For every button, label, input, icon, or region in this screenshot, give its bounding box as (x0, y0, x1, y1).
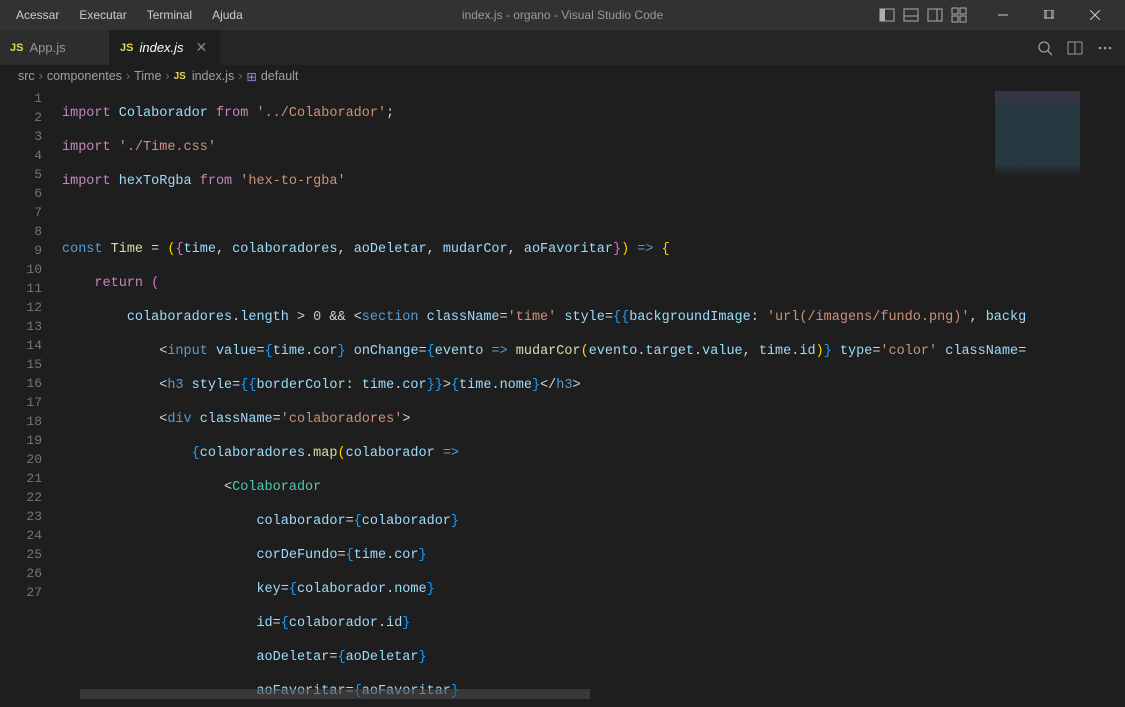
line-number: 3 (0, 127, 42, 146)
menu-terminal[interactable]: Terminal (139, 4, 200, 26)
line-number: 6 (0, 184, 42, 203)
line-number: 17 (0, 393, 42, 412)
line-number: 10 (0, 260, 42, 279)
minimize-button[interactable] (981, 0, 1025, 30)
tab-label: index.js (139, 40, 183, 55)
horizontal-scrollbar[interactable] (80, 689, 590, 699)
tab-index-js[interactable]: JS index.js ✕ (110, 30, 220, 65)
minimap[interactable] (991, 87, 1111, 187)
line-number: 18 (0, 412, 42, 431)
line-number: 22 (0, 488, 42, 507)
breadcrumb-part[interactable]: componentes (47, 69, 122, 83)
line-number: 26 (0, 564, 42, 583)
toggle-panel-icon[interactable] (903, 7, 919, 23)
tab-actions (1025, 30, 1125, 65)
window-title: index.js - organo - Visual Studio Code (462, 8, 663, 22)
line-number: 5 (0, 165, 42, 184)
window-controls (879, 0, 1117, 30)
line-number: 24 (0, 526, 42, 545)
close-button[interactable] (1073, 0, 1117, 30)
line-number: 13 (0, 317, 42, 336)
breadcrumb-part[interactable]: src (18, 69, 35, 83)
maximize-button[interactable] (1027, 0, 1071, 30)
more-actions-icon[interactable] (1097, 40, 1113, 56)
menu-acessar[interactable]: Acessar (8, 4, 67, 26)
editor: 1 2 3 4 5 6 7 8 9 10 11 12 13 14 15 16 1… (0, 87, 1125, 707)
close-tab-icon[interactable]: ✕ (196, 39, 208, 56)
search-icon[interactable] (1037, 40, 1053, 56)
chevron-right-icon: › (165, 69, 169, 83)
line-number: 25 (0, 545, 42, 564)
chevron-right-icon: › (39, 69, 43, 83)
line-number: 4 (0, 146, 42, 165)
chevron-right-icon: › (238, 69, 242, 83)
line-number: 27 (0, 583, 42, 602)
tab-app-js[interactable]: JS App.js (0, 30, 110, 65)
line-number: 9 (0, 241, 42, 260)
line-number-gutter: 1 2 3 4 5 6 7 8 9 10 11 12 13 14 15 16 1… (0, 87, 62, 707)
titlebar: Acessar Executar Terminal Ajuda index.js… (0, 0, 1125, 30)
line-number: 2 (0, 108, 42, 127)
code-area[interactable]: import Colaborador from '../Colaborador'… (62, 87, 1125, 707)
toggle-secondary-sidebar-icon[interactable] (927, 7, 943, 23)
js-file-icon: JS (10, 42, 23, 54)
menu-bar: Acessar Executar Terminal Ajuda (8, 4, 251, 26)
line-number: 12 (0, 298, 42, 317)
breadcrumb[interactable]: src › componentes › Time › JS index.js ›… (0, 65, 1125, 87)
symbol-icon: ⊞ (246, 69, 256, 84)
js-file-icon: JS (174, 71, 186, 82)
line-number: 7 (0, 203, 42, 222)
line-number: 1 (0, 89, 42, 108)
line-number: 11 (0, 279, 42, 298)
menu-executar[interactable]: Executar (71, 4, 134, 26)
breadcrumb-file[interactable]: index.js (192, 69, 234, 83)
line-number: 15 (0, 355, 42, 374)
line-number: 16 (0, 374, 42, 393)
line-number: 19 (0, 431, 42, 450)
line-number: 8 (0, 222, 42, 241)
line-number: 14 (0, 336, 42, 355)
toggle-primary-sidebar-icon[interactable] (879, 7, 895, 23)
tab-label: App.js (29, 40, 65, 55)
split-editor-icon[interactable] (1067, 40, 1083, 56)
js-file-icon: JS (120, 42, 133, 54)
breadcrumb-part[interactable]: Time (134, 69, 161, 83)
chevron-right-icon: › (126, 69, 130, 83)
customize-layout-icon[interactable] (951, 7, 967, 23)
line-number: 23 (0, 507, 42, 526)
tab-bar: JS App.js JS index.js ✕ (0, 30, 1125, 65)
minimap-content (995, 91, 1080, 176)
breadcrumb-symbol[interactable]: default (261, 69, 299, 83)
line-number: 21 (0, 469, 42, 488)
menu-ajuda[interactable]: Ajuda (204, 4, 251, 26)
line-number: 20 (0, 450, 42, 469)
